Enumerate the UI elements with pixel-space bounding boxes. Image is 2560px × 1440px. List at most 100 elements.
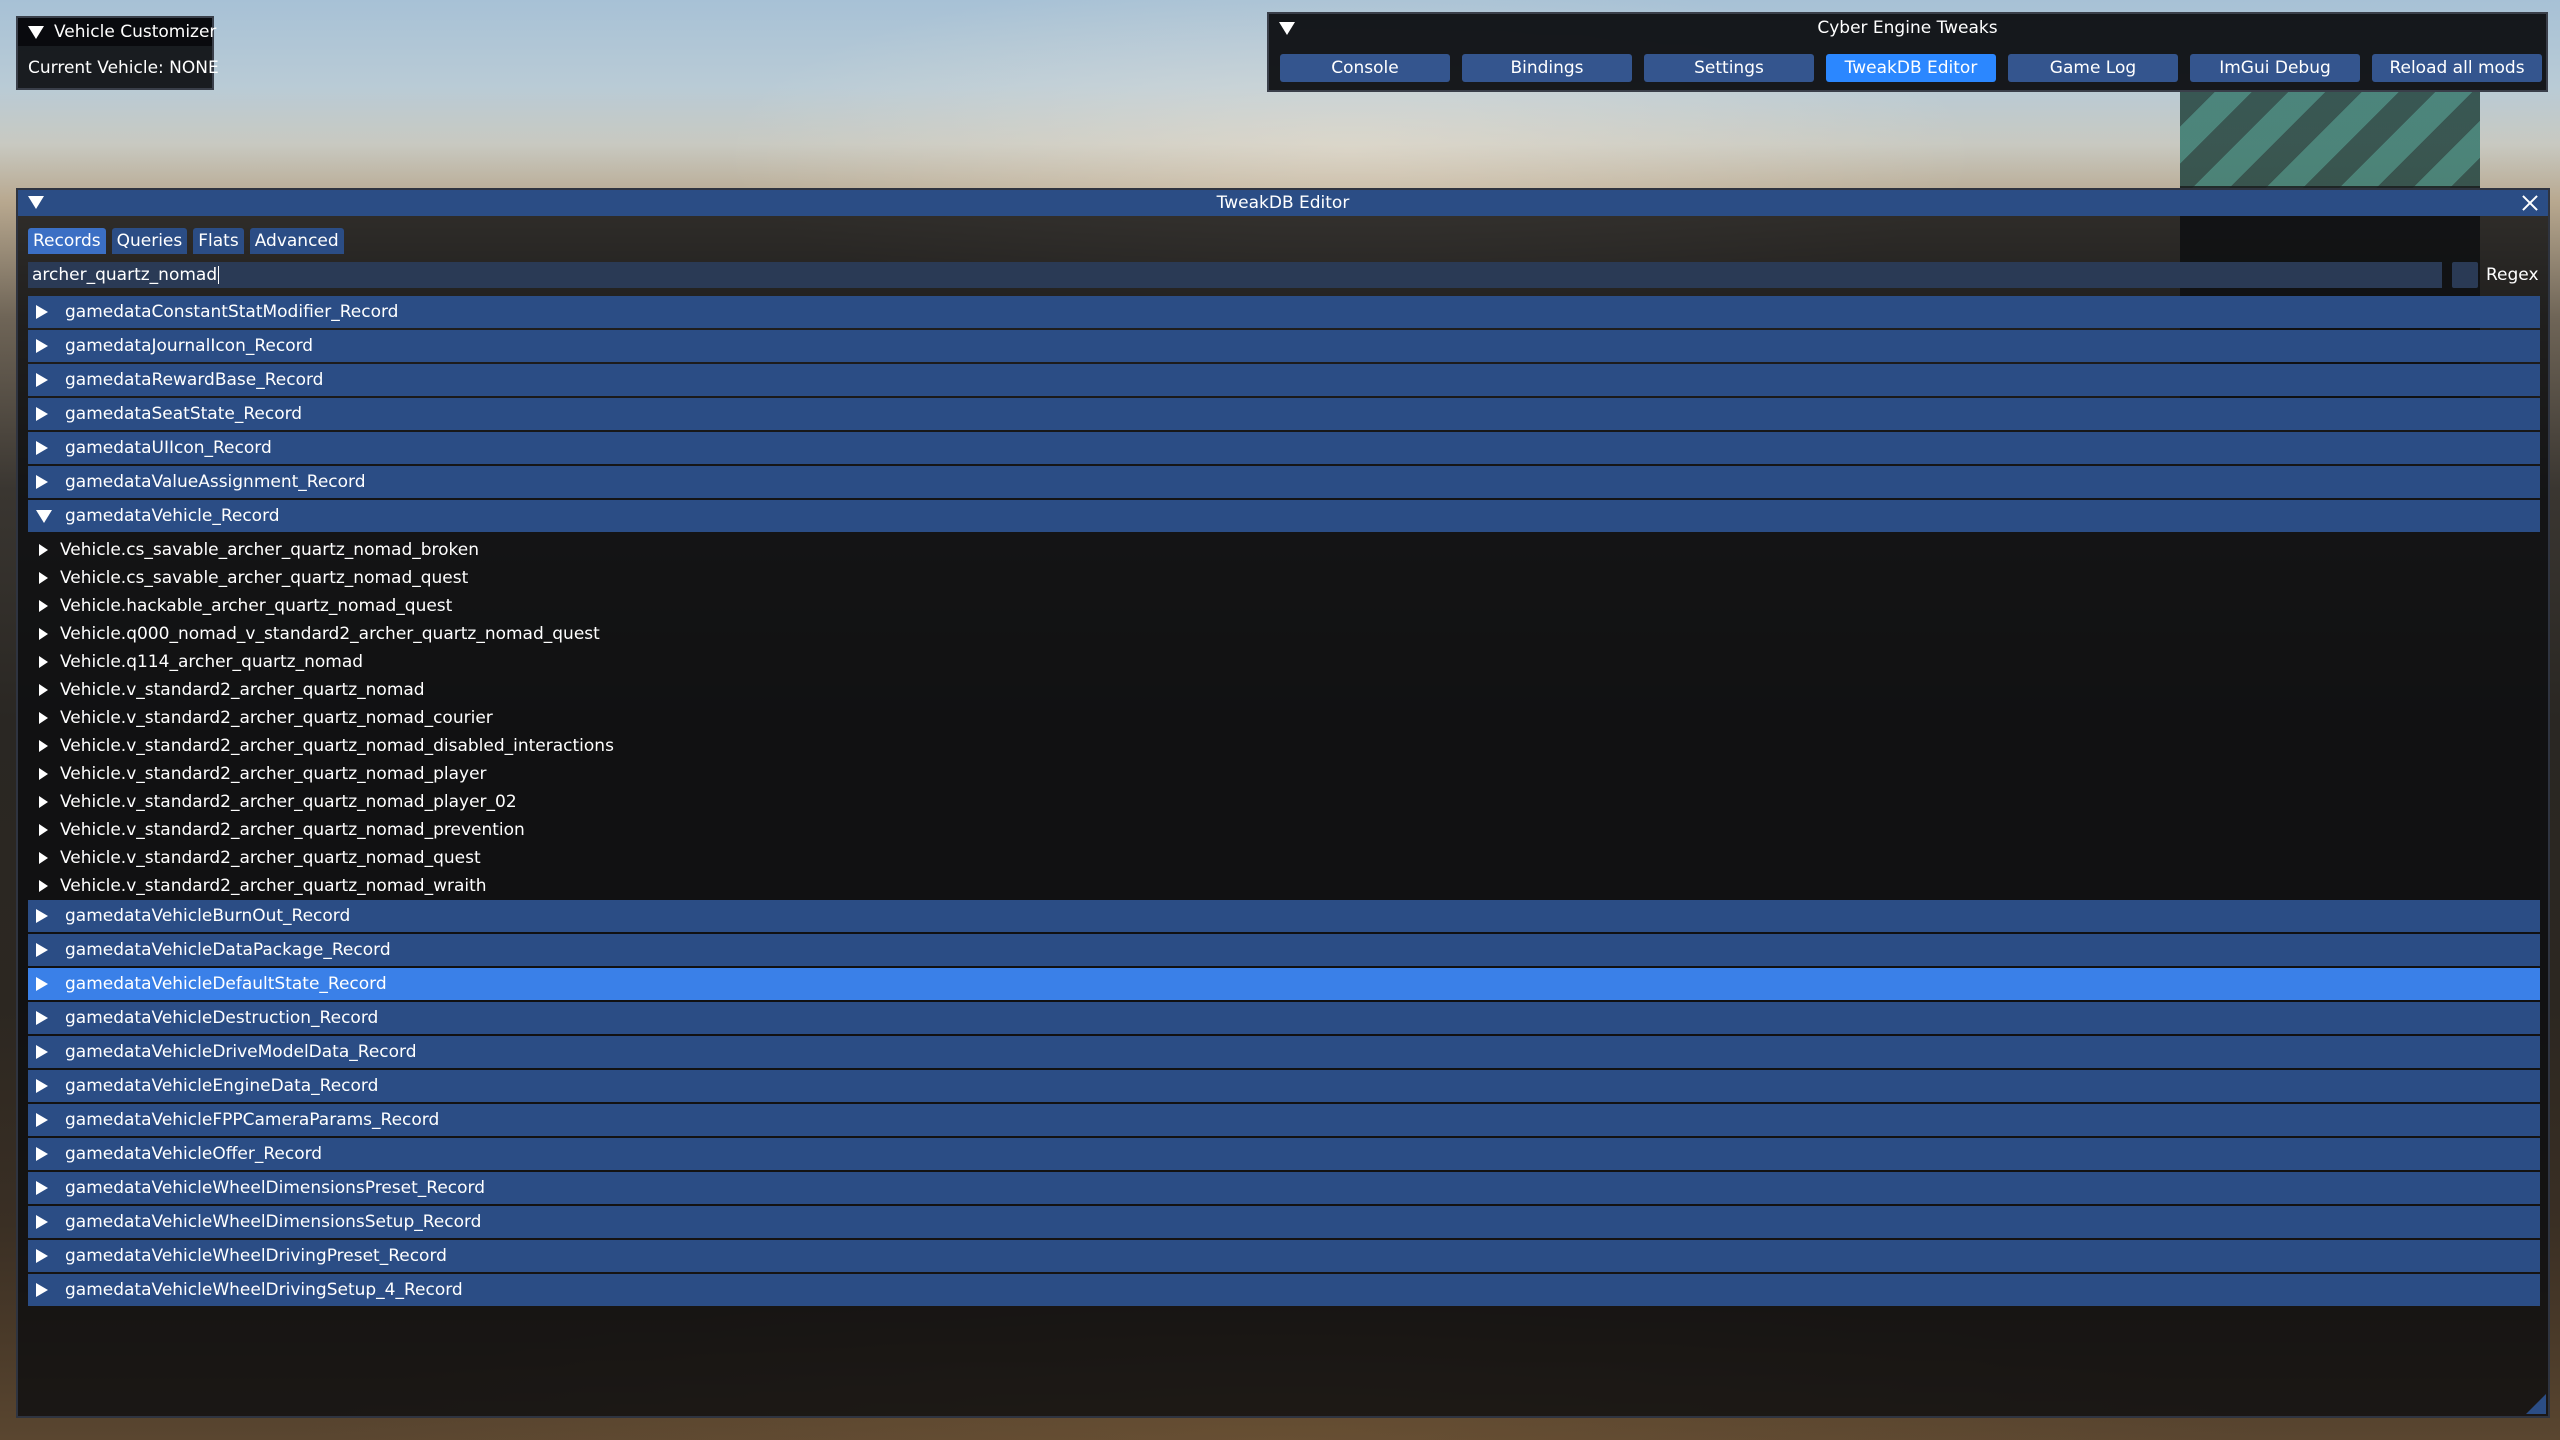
record-row[interactable]: gamedataVehicleBurnOut_Record — [28, 900, 2540, 932]
window-title: Cyber Engine Tweaks — [1817, 18, 1998, 38]
expand-arrow-icon[interactable] — [36, 407, 48, 421]
expand-arrow-icon[interactable] — [36, 441, 48, 455]
record-label: gamedataSeatState_Record — [65, 404, 303, 424]
record-row-expanded[interactable]: gamedataVehicle_Record — [28, 500, 2540, 532]
record-row[interactable]: gamedataJournalIcon_Record — [28, 330, 2540, 362]
reload-all-mods-button[interactable]: Reload all mods — [2372, 54, 2542, 82]
collapse-arrow-icon[interactable] — [36, 510, 52, 523]
expand-arrow-icon[interactable] — [36, 977, 48, 991]
record-row[interactable]: gamedataVehicleDriveModelData_Record — [28, 1036, 2540, 1068]
cet-button-bar: Console Bindings Settings TweakDB Editor… — [1280, 54, 2542, 82]
expand-arrow-icon[interactable] — [39, 824, 48, 836]
expand-arrow-icon[interactable] — [39, 656, 48, 668]
expand-arrow-icon[interactable] — [39, 712, 48, 724]
tab-flats[interactable]: Flats — [193, 228, 244, 254]
record-row[interactable]: gamedataVehicleWheelDrivingSetup_4_Recor… — [28, 1274, 2540, 1306]
record-label: gamedataVehicleDriveModelData_Record — [65, 1042, 417, 1062]
record-row[interactable]: gamedataUIIcon_Record — [28, 432, 2540, 464]
record-row[interactable]: gamedataVehicleEngineData_Record — [28, 1070, 2540, 1102]
expand-arrow-icon[interactable] — [36, 475, 48, 489]
record-row[interactable]: gamedataVehicleWheelDrivingPreset_Record — [28, 1240, 2540, 1272]
record-entry-label: Vehicle.v_standard2_archer_quartz_nomad_… — [60, 764, 487, 784]
record-row[interactable]: gamedataVehicleDefaultState_Record — [28, 968, 2540, 1000]
record-row[interactable]: gamedataConstantStatModifier_Record — [28, 296, 2540, 328]
tweakdb-titlebar[interactable]: TweakDB Editor — [18, 190, 2548, 216]
record-row[interactable]: gamedataSeatState_Record — [28, 398, 2540, 430]
resize-grip[interactable] — [2526, 1394, 2546, 1414]
expand-arrow-icon[interactable] — [36, 1113, 48, 1127]
record-row[interactable]: gamedataValueAssignment_Record — [28, 466, 2540, 498]
record-row[interactable]: gamedataVehicleWheelDimensionsPreset_Rec… — [28, 1172, 2540, 1204]
search-input[interactable]: archer_quartz_nomad — [28, 262, 2442, 288]
expand-arrow-icon[interactable] — [36, 1147, 48, 1161]
vehicle-customizer-titlebar[interactable]: Vehicle Customizer — [18, 18, 216, 46]
expand-arrow-icon[interactable] — [36, 1283, 48, 1297]
tab-records[interactable]: Records — [28, 228, 106, 254]
record-entry[interactable]: Vehicle.hackable_archer_quartz_nomad_que… — [28, 592, 2540, 620]
expand-arrow-icon[interactable] — [39, 768, 48, 780]
vehicle-customizer-window: Vehicle Customizer Current Vehicle: NONE — [16, 16, 219, 90]
expand-arrow-icon[interactable] — [39, 796, 48, 808]
record-entry-label: Vehicle.v_standard2_archer_quartz_nomad_… — [60, 736, 614, 756]
record-entry[interactable]: Vehicle.cs_savable_archer_quartz_nomad_q… — [28, 564, 2540, 592]
expand-arrow-icon[interactable] — [39, 852, 48, 864]
record-row[interactable]: gamedataVehicleDestruction_Record — [28, 1002, 2540, 1034]
expand-arrow-icon[interactable] — [36, 1045, 48, 1059]
tab-advanced[interactable]: Advanced — [249, 228, 344, 254]
expand-arrow-icon[interactable] — [36, 1215, 48, 1229]
record-entry[interactable]: Vehicle.q114_archer_quartz_nomad — [28, 648, 2540, 676]
record-label: gamedataVehicleWheelDimensionsSetup_Reco… — [65, 1212, 482, 1232]
expand-arrow-icon[interactable] — [36, 373, 48, 387]
record-label: gamedataVehicleBurnOut_Record — [65, 906, 351, 926]
game-log-button[interactable]: Game Log — [2008, 54, 2178, 82]
record-label: gamedataVehicleWheelDrivingPreset_Record — [65, 1246, 447, 1266]
record-entry[interactable]: Vehicle.v_standard2_archer_quartz_nomad_… — [28, 844, 2540, 872]
expand-arrow-icon[interactable] — [39, 880, 48, 892]
tweakdb-editor-window: TweakDB Editor Records Queries Flats Adv… — [16, 188, 2550, 1418]
expand-arrow-icon[interactable] — [39, 572, 48, 584]
expand-arrow-icon[interactable] — [36, 909, 48, 923]
record-row[interactable]: gamedataRewardBase_Record — [28, 364, 2540, 396]
expand-arrow-icon[interactable] — [39, 628, 48, 640]
text-caret — [218, 266, 220, 284]
regex-label: Regex — [2486, 265, 2539, 285]
expand-arrow-icon[interactable] — [36, 943, 48, 957]
expand-arrow-icon[interactable] — [36, 1181, 48, 1195]
expand-arrow-icon[interactable] — [36, 1011, 48, 1025]
record-entry[interactable]: Vehicle.v_standard2_archer_quartz_nomad — [28, 676, 2540, 704]
close-icon[interactable] — [2520, 193, 2540, 213]
bindings-button[interactable]: Bindings — [1462, 54, 1632, 82]
record-entry[interactable]: Vehicle.q000_nomad_v_standard2_archer_qu… — [28, 620, 2540, 648]
expand-arrow-icon[interactable] — [36, 1079, 48, 1093]
tab-queries[interactable]: Queries — [111, 228, 188, 254]
record-entry[interactable]: Vehicle.v_standard2_archer_quartz_nomad_… — [28, 760, 2540, 788]
record-list: gamedataConstantStatModifier_Record gamed… — [28, 296, 2540, 1308]
expand-arrow-icon[interactable] — [36, 339, 48, 353]
expand-arrow-icon[interactable] — [39, 740, 48, 752]
record-row[interactable]: gamedataVehicleFPPCameraParams_Record — [28, 1104, 2540, 1136]
cet-titlebar[interactable]: Cyber Engine Tweaks — [1269, 14, 2546, 42]
record-entry[interactable]: Vehicle.cs_savable_archer_quartz_nomad_b… — [28, 536, 2540, 564]
settings-button[interactable]: Settings — [1644, 54, 1814, 82]
record-entry[interactable]: Vehicle.v_standard2_archer_quartz_nomad_… — [28, 704, 2540, 732]
record-row[interactable]: gamedataVehicleOffer_Record — [28, 1138, 2540, 1170]
expand-arrow-icon[interactable] — [39, 684, 48, 696]
console-button[interactable]: Console — [1280, 54, 1450, 82]
record-entry[interactable]: Vehicle.v_standard2_archer_quartz_nomad_… — [28, 732, 2540, 760]
regex-checkbox[interactable] — [2452, 262, 2478, 288]
expand-arrow-icon[interactable] — [39, 600, 48, 612]
record-entry[interactable]: Vehicle.v_standard2_archer_quartz_nomad_… — [28, 816, 2540, 844]
tweakdb-editor-button[interactable]: TweakDB Editor — [1826, 54, 1996, 82]
record-label: gamedataVehicleWheelDimensionsPreset_Rec… — [65, 1178, 486, 1198]
record-entry[interactable]: Vehicle.v_standard2_archer_quartz_nomad_… — [28, 872, 2540, 900]
expand-arrow-icon[interactable] — [36, 1249, 48, 1263]
search-input-value: archer_quartz_nomad — [32, 265, 218, 285]
imgui-debug-button[interactable]: ImGui Debug — [2190, 54, 2360, 82]
record-label: gamedataRewardBase_Record — [65, 370, 324, 390]
collapse-arrow-icon[interactable] — [28, 26, 44, 39]
record-row[interactable]: gamedataVehicleDataPackage_Record — [28, 934, 2540, 966]
record-entry[interactable]: Vehicle.v_standard2_archer_quartz_nomad_… — [28, 788, 2540, 816]
expand-arrow-icon[interactable] — [36, 305, 48, 319]
expand-arrow-icon[interactable] — [39, 544, 48, 556]
record-row[interactable]: gamedataVehicleWheelDimensionsSetup_Reco… — [28, 1206, 2540, 1238]
